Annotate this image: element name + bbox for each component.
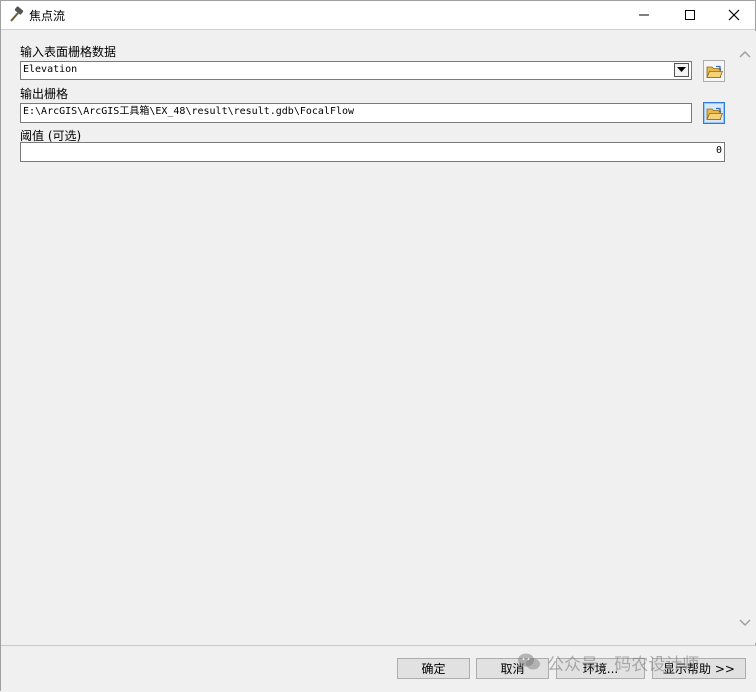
tool-dialog-window: 焦点流 输入表面栅格数据 Elevation 输出栅格 E:\ArcGIS\Ar…: [0, 0, 756, 692]
output-raster-label: 输出栅格: [20, 87, 69, 101]
close-icon: [728, 9, 740, 21]
window-title: 焦点流: [29, 9, 66, 23]
open-folder-icon: [705, 107, 723, 120]
input-raster-select[interactable]: Elevation: [20, 61, 692, 80]
maximize-button[interactable]: [667, 1, 713, 29]
threshold-input[interactable]: 0: [20, 142, 725, 162]
input-raster-value: Elevation: [23, 64, 78, 75]
output-raster-value: E:\ArcGIS\ArcGIS工具箱\EX_48\result\result.…: [23, 106, 355, 117]
show-help-button[interactable]: 显示帮助 >>: [652, 658, 746, 679]
open-folder-icon: [705, 65, 723, 78]
maximize-icon: [685, 10, 695, 20]
cancel-button[interactable]: 取消: [476, 658, 549, 679]
title-bar[interactable]: 焦点流: [1, 1, 755, 30]
threshold-value: 0: [715, 145, 722, 156]
minimize-icon: [639, 14, 649, 16]
input-raster-browse-button[interactable]: [703, 60, 725, 82]
minimize-button[interactable]: [621, 1, 667, 29]
ok-button[interactable]: 确定: [397, 658, 470, 679]
dialog-button-bar: 确定 取消 环境... 显示帮助 >>: [1, 645, 756, 692]
environments-button[interactable]: 环境...: [556, 658, 645, 679]
hammer-icon: [7, 6, 25, 24]
close-button[interactable]: [711, 1, 756, 29]
output-raster-browse-button[interactable]: [703, 102, 725, 124]
chevron-down-icon[interactable]: [674, 63, 689, 77]
scroll-down-button[interactable]: [734, 612, 756, 634]
vertical-scrollbar[interactable]: [734, 31, 756, 643]
chevron-down-icon: [739, 619, 751, 627]
chevron-up-icon: [739, 50, 751, 58]
output-raster-input[interactable]: E:\ArcGIS\ArcGIS工具箱\EX_48\result\result.…: [20, 103, 692, 123]
input-raster-label: 输入表面栅格数据: [20, 45, 117, 59]
scroll-up-button[interactable]: [734, 43, 756, 65]
